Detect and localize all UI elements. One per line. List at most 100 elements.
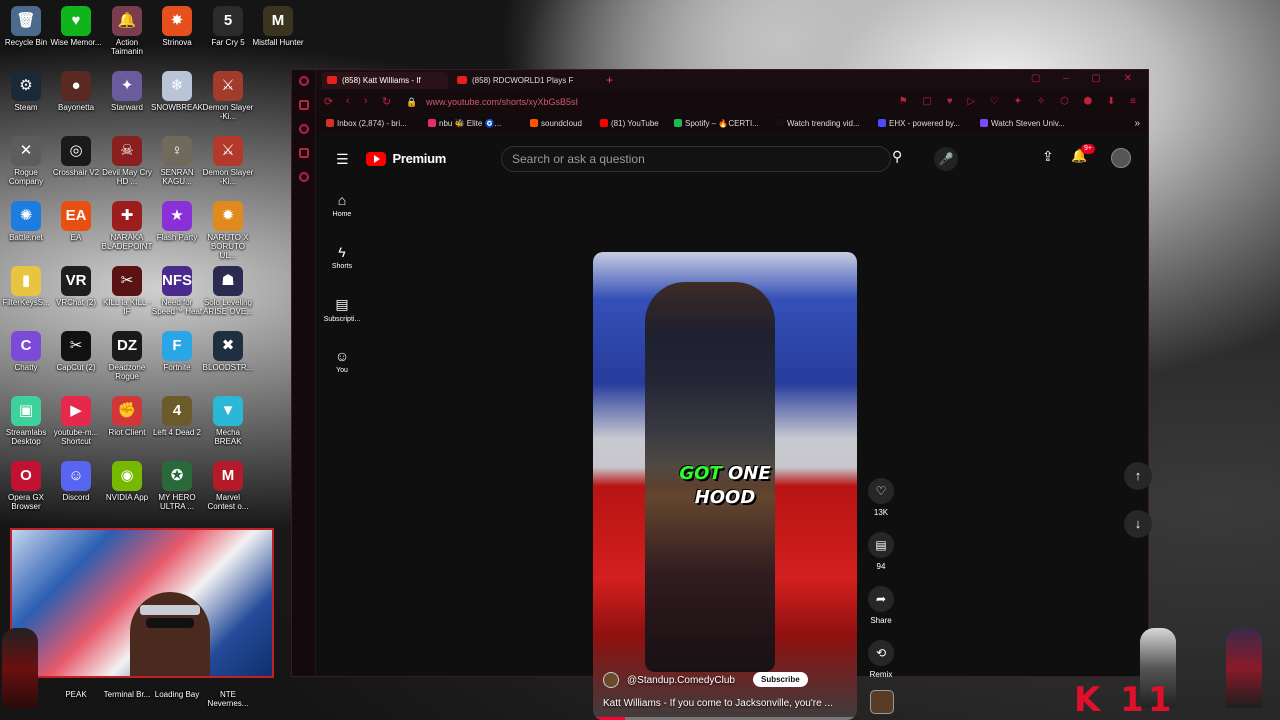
desktop-shortcut[interactable]: NTE Nevernes...: [202, 690, 254, 708]
sidebar-item-you[interactable]: ☺ You: [318, 348, 366, 374]
desktop-shortcut[interactable]: ✂ CapCut (2): [50, 331, 102, 372]
desktop-shortcut[interactable]: ♥ Wise Memor...: [50, 6, 102, 47]
new-tab-button[interactable]: +: [606, 72, 613, 88]
upload-icon[interactable]: ⇪: [1042, 148, 1054, 165]
desktop-shortcut[interactable]: 🗑 Recycle Bin: [0, 6, 52, 47]
like-button[interactable]: ♡ 13K: [866, 478, 896, 517]
desktop-shortcut[interactable]: ✕ Rogue Company: [0, 136, 52, 186]
history-icon[interactable]: [299, 100, 309, 110]
window-controls[interactable]: ▢ – ▢ ✕: [1031, 73, 1142, 84]
desktop-shortcut-label: SNOWBREAK: [151, 103, 204, 112]
desktop-shortcut[interactable]: ✂ KILL la KILL -IF: [101, 266, 153, 316]
bookmark-item[interactable]: Spotify – 🔥CERTI...: [674, 119, 759, 128]
sidebar-item-home[interactable]: ⌂ Home: [318, 192, 366, 218]
desktop-shortcut[interactable]: ✪ MY HERO ULTRA ...: [151, 461, 203, 511]
sound-thumbnail[interactable]: [870, 690, 894, 714]
youtube-premium-logo[interactable]: Premium: [366, 150, 446, 166]
desktop-shortcut[interactable]: Loading Bay: [151, 690, 203, 699]
bookmarks-overflow-icon[interactable]: »: [1134, 118, 1140, 129]
desktop-shortcut[interactable]: NFS Need for Speed™ Heat: [151, 266, 203, 316]
refresh-icon[interactable]: ↻: [382, 95, 391, 108]
gx-control-icon[interactable]: [299, 148, 309, 158]
desktop-shortcut[interactable]: ✸ Strinova: [151, 6, 203, 47]
desktop-shortcut[interactable]: M Mistfall Hunter: [252, 6, 304, 47]
desktop-shortcut[interactable]: ✺ Battle.net: [0, 201, 52, 242]
desktop-shortcut[interactable]: 5 Far Cry 5: [202, 6, 254, 47]
tab-rdcworld[interactable]: (858) RDCWORLD1 Plays F: [452, 72, 578, 89]
desktop-shortcut[interactable]: ☗ Solo Leveling ARISE OVE...: [202, 266, 254, 316]
desktop-shortcut[interactable]: F Fortnite: [151, 331, 203, 372]
search-input[interactable]: [512, 147, 872, 171]
desktop-shortcut[interactable]: M Marvel Contest o...: [202, 461, 254, 511]
desktop-shortcut[interactable]: 4 Left 4 Dead 2: [151, 396, 203, 437]
desktop-shortcut[interactable]: PEAK: [50, 690, 102, 699]
address-bar: ⟳ ‹ › ↻ 🔒 www.youtube.com/shorts/xyXbGsB…: [316, 92, 1148, 114]
twitch-icon[interactable]: [299, 172, 309, 182]
search-icon[interactable]: ⚲: [892, 148, 902, 165]
snowbreak-icon: ❄: [162, 71, 192, 101]
desktop-shortcut[interactable]: ★ Flash Party: [151, 201, 203, 242]
forward-icon[interactable]: ›: [364, 95, 368, 107]
desktop-shortcut[interactable]: ▶ youtube-m... Shortcut: [50, 396, 102, 446]
comments-button[interactable]: ▤ 94: [866, 532, 896, 571]
desktop-shortcut[interactable]: ✊ Riot Client: [101, 396, 153, 437]
desktop-shortcut[interactable]: ☺ Discord: [50, 461, 102, 502]
sidebar-item-subscriptions[interactable]: ▤ Subscripti...: [318, 296, 366, 323]
next-short-arrow-down-icon[interactable]: ↓: [1124, 510, 1152, 538]
desktop-shortcut[interactable]: ✖ BLOODSTR...: [202, 331, 254, 372]
remix-label: Remix: [869, 670, 893, 679]
desktop-shortcut[interactable]: ▣ Streamlabs Desktop: [0, 396, 52, 446]
bookmark-item[interactable]: EHX - powered by...: [878, 119, 960, 128]
desktop-shortcut[interactable]: ✦ Starward: [101, 71, 153, 112]
desktop-shortcut[interactable]: ⚔ Demon Slayer -Ki...: [202, 136, 254, 186]
desktop-shortcut-label: Devil May Cry HD ...: [102, 168, 152, 186]
desktop-shortcut[interactable]: VR VRChat (2): [50, 266, 102, 307]
desktop-shortcut[interactable]: ▼ Mecha BREAK: [202, 396, 254, 446]
desktop-shortcut[interactable]: ❄ SNOWBREAK: [151, 71, 203, 112]
desktop-shortcut[interactable]: Terminal Br...: [101, 690, 153, 699]
hamburger-menu-icon[interactable]: ☰: [336, 151, 349, 168]
video-title[interactable]: Katt Williams - If you come to Jacksonvi…: [603, 698, 847, 709]
opera-logo-icon[interactable]: [299, 76, 309, 86]
desktop-shortcut[interactable]: DZ Deadzone Rogue: [101, 331, 153, 381]
bookmark-item[interactable]: Watch Steven Univ...: [980, 119, 1065, 128]
desktop-shortcut[interactable]: ◉ NVIDIA App: [101, 461, 153, 502]
channel-name-link[interactable]: @Standup.ComedyClub: [627, 675, 735, 686]
subscribe-button[interactable]: Subscribe: [753, 672, 808, 687]
desktop-shortcut[interactable]: ⚔ Demon Slayer -Ki...: [202, 71, 254, 121]
remix-button[interactable]: ⟲ Remix: [866, 640, 896, 679]
bookmark-item[interactable]: Watch trending vid...: [776, 119, 860, 128]
microphone-icon[interactable]: 🎤: [934, 147, 958, 171]
desktop-shortcut[interactable]: ✹ NARUTO X BORUTO UL...: [202, 201, 254, 260]
bookmark-item[interactable]: Inbox (2,874) - bri...: [326, 119, 407, 128]
back-icon[interactable]: ‹: [346, 95, 350, 107]
bookmark-item[interactable]: (81) YouTube: [600, 119, 659, 128]
desktop-shortcut[interactable]: ✚ NARAKA BLADEPOINT: [101, 201, 153, 251]
desktop-shortcut[interactable]: ☠ Devil May Cry HD ...: [101, 136, 153, 186]
desktop-shortcut[interactable]: ● Bayonetta: [50, 71, 102, 112]
riot-client-icon: ✊: [112, 396, 142, 426]
desktop-shortcut[interactable]: C Chatty: [0, 331, 52, 372]
desktop-shortcut[interactable]: EA EA: [50, 201, 102, 242]
tab-title: (858) Katt Williams - If: [342, 76, 421, 85]
desktop-shortcut[interactable]: ⚙ Steam: [0, 71, 52, 112]
desktop-shortcut[interactable]: ▮ FilterKeysS...: [0, 266, 52, 307]
desktop-shortcut[interactable]: ◎ Crosshair V2: [50, 136, 102, 177]
bookmark-item[interactable]: nbu 🐝 Elite 🧿...: [428, 119, 501, 128]
extensions-toolbar[interactable]: ⚑ ▢ ♥ ▷ ♡ ✦ ✧ ⬡ ⬢ ⬇ ≡: [899, 96, 1142, 107]
tab-katt-williams[interactable]: (858) Katt Williams - If: [322, 72, 448, 89]
channel-avatar[interactable]: [603, 672, 619, 688]
bloodstrike-icon: ✖: [213, 331, 243, 361]
previous-short-arrow-up-icon[interactable]: ↑: [1124, 462, 1152, 490]
desktop-shortcut[interactable]: ♀ SENRAN KAGU...: [151, 136, 203, 186]
speed-dial-icon[interactable]: [299, 124, 309, 134]
desktop-shortcut[interactable]: O Opera GX Browser: [0, 461, 52, 511]
account-avatar[interactable]: [1111, 148, 1131, 168]
shorts-video-player[interactable]: GOT ONE HOOD @Standup.ComedyClub Subscri…: [593, 252, 857, 720]
url-field[interactable]: www.youtube.com/shorts/xyXbGsB5sI: [426, 97, 578, 107]
bookmark-item[interactable]: soundcloud: [530, 119, 582, 128]
desktop-shortcut[interactable]: 🔔 Action Taimanin: [101, 6, 153, 56]
sidebar-item-shorts[interactable]: ϟ Shorts: [318, 244, 366, 270]
share-button[interactable]: ➦ Share: [866, 586, 896, 625]
reload-icon[interactable]: ⟳: [324, 95, 333, 108]
